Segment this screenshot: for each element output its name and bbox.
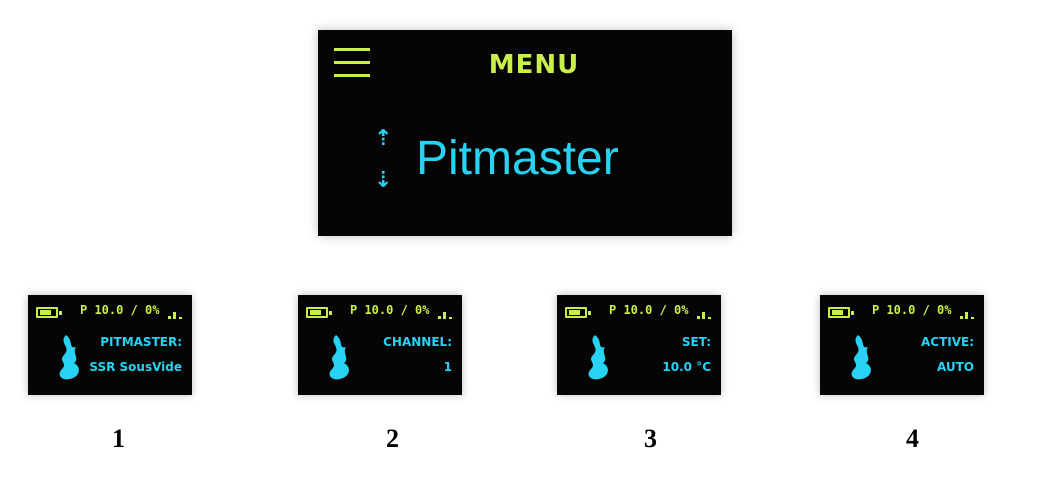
status-text: P 10.0 / 0% [80,303,160,317]
status-text: P 10.0 / 0% [872,303,952,317]
signal-icon [168,309,182,319]
flame-icon [851,335,871,380]
channel-screen: P 10.0 / 0% CHANNEL: 1 [298,295,462,395]
setting-value: SSR SousVide [89,360,182,374]
step-number-3: 3 [644,424,657,453]
scroll-arrows[interactable]: ⇡ ⇣ [374,128,394,198]
status-text: P 10.0 / 0% [609,303,689,317]
flame-icon [329,335,349,380]
setting-value: 1 [443,360,452,374]
up-arrow-icon[interactable]: ⇡ [374,128,392,150]
setting-label: CHANNEL: [383,335,452,349]
flame-icon [59,335,79,380]
step-number-2: 2 [386,424,399,453]
setting-value: 10.0 °C [662,360,711,374]
pitmaster-screen: P 10.0 / 0% PITMASTER: SSR SousVide [28,295,192,395]
menu-item-pitmaster[interactable]: Pitmaster [416,130,619,188]
step-number-4: 4 [906,424,919,453]
step-number-1: 1 [112,424,125,453]
menu-title: MENU [488,50,580,80]
signal-icon [960,309,974,319]
battery-icon [36,307,62,318]
menu-display: MENU ⇡ ⇣ Pitmaster [318,30,732,236]
status-text: P 10.0 / 0% [350,303,430,317]
down-arrow-icon[interactable]: ⇣ [374,170,392,192]
battery-icon [565,307,591,318]
flame-icon [588,335,608,380]
battery-icon [828,307,854,318]
setting-label: PITMASTER: [100,335,182,349]
setting-label: ACTIVE: [920,335,974,349]
signal-icon [697,309,711,319]
setting-label: SET: [681,335,711,349]
battery-icon [306,307,332,318]
active-mode-screen: P 10.0 / 0% ACTIVE: AUTO [820,295,984,395]
signal-icon [438,309,452,319]
setting-value: AUTO [936,360,974,374]
set-temperature-screen: P 10.0 / 0% SET: 10.0 °C [557,295,721,395]
